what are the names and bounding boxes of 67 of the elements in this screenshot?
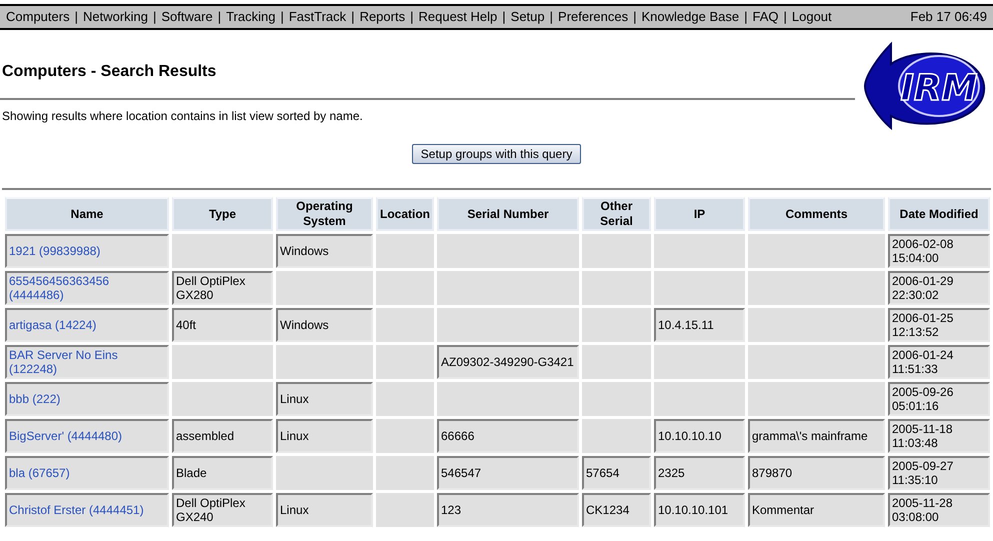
nav-link[interactable]: FastTrack <box>288 7 346 27</box>
table-cell: 57654 <box>582 456 651 490</box>
column-header[interactable]: Comments <box>748 197 885 231</box>
nav-link[interactable]: Software <box>161 7 213 27</box>
nav-separator: | <box>410 8 414 26</box>
table-cell: CK1234 <box>582 493 651 527</box>
table-cell: 2005-11-18 11:03:48 <box>888 419 990 453</box>
table-cell: Dell OptiPlex GX240 <box>172 493 273 527</box>
nav-link[interactable]: Logout <box>792 7 832 27</box>
nav-link[interactable]: Preferences <box>558 7 628 27</box>
nav-separator: | <box>784 8 787 26</box>
table-cell: gramma\'s mainframe <box>748 419 885 453</box>
setup-groups-button[interactable]: Setup groups with this query <box>412 144 582 164</box>
column-header[interactable]: Operating System <box>276 197 373 231</box>
nav-link[interactable]: Knowledge Base <box>642 7 740 27</box>
table-cell: 2005-09-26 05:01:16 <box>888 382 990 416</box>
table-cell: Blade <box>172 456 273 490</box>
table-cell: AZ09302-349290-G3421 <box>437 345 579 379</box>
nav-link[interactable]: Tracking <box>226 7 276 27</box>
table-cell: Linux <box>276 493 373 527</box>
nav-separator: | <box>280 8 284 26</box>
column-header[interactable]: Location <box>376 197 434 231</box>
column-header[interactable]: Date Modified <box>888 197 990 231</box>
clock-text: Feb 17 06:49 <box>910 8 987 26</box>
nav-separator: | <box>74 8 78 26</box>
table-cell: Kommentar <box>748 493 885 527</box>
page-title: Computers - Search Results <box>2 62 218 82</box>
table-cell: 879870 <box>748 456 885 490</box>
table-cell: 2006-02-08 15:04:00 <box>888 234 990 268</box>
column-header[interactable]: Other Serial <box>582 197 651 231</box>
nav-link[interactable]: Networking <box>82 7 148 27</box>
table-cell: Dell OptiPlex GX280 <box>172 271 273 305</box>
nav-separator: | <box>502 8 506 26</box>
nav-separator: | <box>550 8 554 26</box>
nav-link[interactable]: Setup <box>510 7 545 27</box>
nav-link[interactable]: Request Help <box>418 7 498 27</box>
table-cell: 2006-01-25 12:13:52 <box>888 308 990 342</box>
table-cell: Linux <box>276 382 373 416</box>
column-header[interactable]: Serial Number <box>437 197 579 231</box>
table-cell: 2006-01-29 22:30:02 <box>888 271 990 305</box>
nav-link[interactable]: FAQ <box>752 7 778 27</box>
nav-separator: | <box>633 8 637 26</box>
table-cell: Linux <box>276 419 373 453</box>
table-cell: 66666 <box>437 419 579 453</box>
table-cell: 2005-09-27 11:35:10 <box>888 456 990 490</box>
table-cell: 40ft <box>172 308 273 342</box>
table-cell: 2006-01-24 11:51:33 <box>888 345 990 379</box>
nav-separator: | <box>218 8 222 26</box>
table-cell: 2005-11-28 03:08:00 <box>888 493 990 527</box>
table-cell: Windows <box>276 308 373 342</box>
table-cell: 10.4.15.11 <box>654 308 745 342</box>
nav-separator: | <box>351 8 355 26</box>
table-cell: 546547 <box>437 456 579 490</box>
column-header[interactable]: IP <box>654 197 745 231</box>
nav-link[interactable]: Reports <box>360 7 406 27</box>
table-cell: 10.10.10.101 <box>654 493 745 527</box>
results-summary: Showing results where location contains in list view sorted by name. <box>2 108 364 125</box>
column-header[interactable]: Type <box>172 197 273 231</box>
column-header[interactable]: Name <box>5 197 169 231</box>
nav-separator: | <box>153 8 156 26</box>
nav-link[interactable]: Computers <box>6 7 70 27</box>
table-cell: Windows <box>276 234 373 268</box>
table-cell: assembled <box>172 419 273 453</box>
table-cell: 123 <box>437 493 579 527</box>
nav-separator: | <box>744 8 748 26</box>
table-cell: 2325 <box>654 456 745 490</box>
table-cell: 10.10.10.10 <box>654 419 745 453</box>
